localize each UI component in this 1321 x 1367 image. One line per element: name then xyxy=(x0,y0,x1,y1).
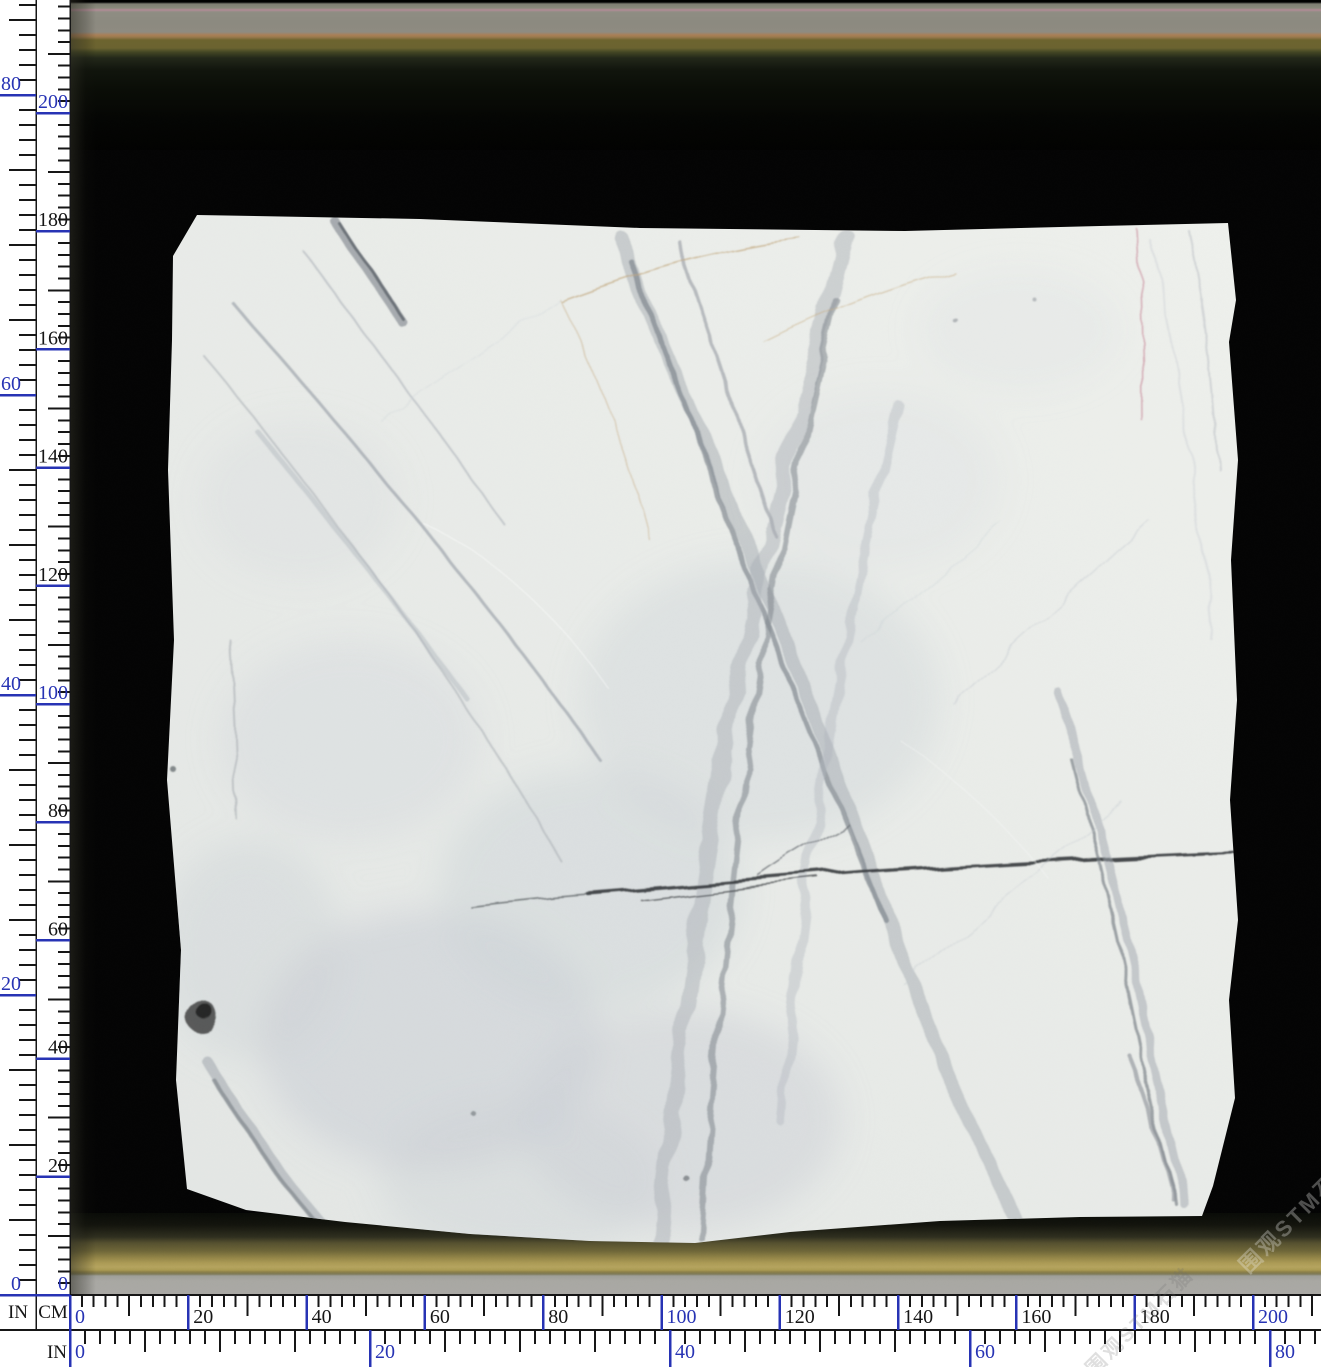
ruler-label: CM xyxy=(38,1302,68,1323)
ruler-label: 40 xyxy=(312,1306,332,1328)
ruler-label: 140 xyxy=(903,1306,933,1328)
ruler-label: 80 xyxy=(48,800,68,822)
ruler-label: 40 xyxy=(1,673,21,695)
ruler-label: 140 xyxy=(38,446,68,468)
ruler-label: 0 xyxy=(58,1273,68,1295)
ruler-label: 120 xyxy=(38,564,68,586)
ruler-label: 100 xyxy=(38,682,68,704)
ruler-label: 180 xyxy=(1140,1306,1170,1328)
ruler-label: 20 xyxy=(375,1341,395,1363)
slab-scan-viewport: 围观STM石猫 围观STM石猫 020406080020406080100120… xyxy=(0,0,1321,1367)
ruler-label: 60 xyxy=(48,918,68,940)
ruler-label: IN xyxy=(8,1302,28,1323)
ruler-label: 80 xyxy=(1,73,21,95)
ruler-label: 0 xyxy=(75,1306,85,1328)
ruler-label: 20 xyxy=(1,973,21,995)
ruler-label: 60 xyxy=(1,373,21,395)
ruler-label: 100 xyxy=(667,1306,697,1328)
ruler-label: 20 xyxy=(193,1306,213,1328)
ruler-label: IN xyxy=(47,1342,67,1363)
ruler-label: 40 xyxy=(48,1037,68,1059)
ruler-label: 180 xyxy=(38,209,68,231)
ruler-label: 0 xyxy=(11,1273,21,1295)
ruler-ticks xyxy=(0,0,1321,1367)
ruler-label: 60 xyxy=(430,1306,450,1328)
ruler-label: 0 xyxy=(75,1341,85,1363)
measurement-rulers: 0204060800204060801001201401601802000204… xyxy=(0,0,1321,1367)
ruler-label: 200 xyxy=(38,91,68,113)
ruler-label: 60 xyxy=(975,1341,995,1363)
ruler-label: 120 xyxy=(785,1306,815,1328)
ruler-label: 80 xyxy=(1275,1341,1295,1363)
ruler-label: 20 xyxy=(48,1155,68,1177)
ruler-label: 80 xyxy=(548,1306,568,1328)
ruler-label: 160 xyxy=(1021,1306,1051,1328)
ruler-label: 160 xyxy=(38,327,68,349)
ruler-label: 200 xyxy=(1258,1306,1288,1328)
ruler-label: 40 xyxy=(675,1341,695,1363)
